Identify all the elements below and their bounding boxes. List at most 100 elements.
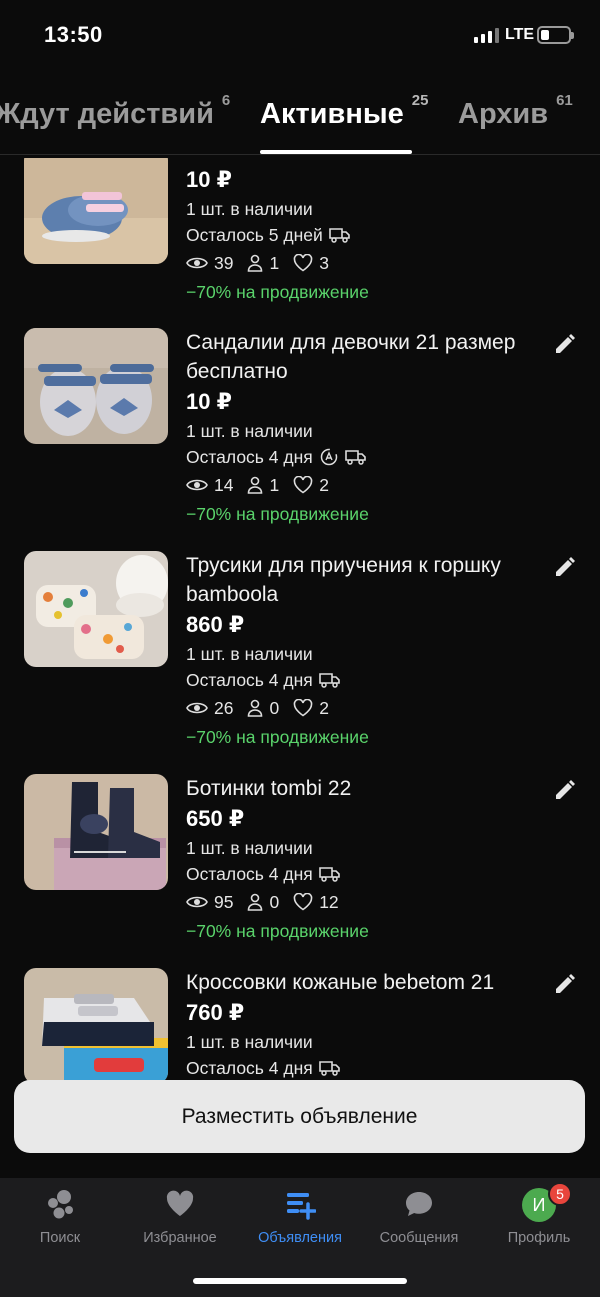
heart-icon [293,476,313,494]
promo-link[interactable]: −70% на продвижение [186,278,546,306]
nav-listings[interactable]: Объявления [240,1178,360,1258]
views-count: 95 [214,892,234,912]
nav-label: Поиск [39,1230,81,1246]
promo-link[interactable]: −70% на продвижение [186,917,546,945]
item-stats: 39 1 3 [186,248,546,278]
stock-text: 1 шт. в наличии [186,644,313,664]
item-title[interactable]: Трусики для приучения к горшку bamboola [186,551,546,609]
post-listing-button[interactable]: Разместить объявление [14,1080,585,1153]
nav-favorites[interactable]: Избранное [120,1178,240,1258]
listings-add-icon [287,1193,316,1220]
tab-awaiting-action[interactable]: Ждут действий 6 [0,92,230,131]
favorites-count: 2 [319,698,329,718]
auto-renew-icon [320,448,337,466]
status-bar: 13:50 LTE [0,0,600,72]
item-stats: 26 0 2 [186,693,546,723]
item-stock: 1 шт. в наличии [186,641,546,667]
item-stock: 1 шт. в наличии [186,418,546,444]
contacts-count: 0 [269,698,280,718]
item-stock: 1 шт. в наличии [186,1029,546,1055]
item-price: 760 ₽ [186,1000,245,1025]
contacts-count: 1 [269,253,280,273]
chat-bubble-icon [406,1192,432,1216]
views-count: 26 [214,698,234,718]
edit-pencil-icon[interactable] [553,555,577,579]
tab-count: 25 [411,92,429,109]
item-remaining: Осталось 5 дней [186,222,546,248]
search-dots-icon [48,1190,73,1219]
item-info: Кроссовки кожаные bebetom 21 760 ₽ 1 шт.… [186,968,546,1081]
person-icon [247,254,263,272]
item-photo-blue-sneakers[interactable] [24,148,168,264]
views-count: 39 [214,253,234,273]
status-time: 13:50 [44,22,103,47]
contacts-count: 0 [269,892,280,912]
remaining-text: Осталось 4 дня [186,447,313,467]
tab-active[interactable]: Активные 25 [260,92,428,131]
heart-icon [166,1190,194,1216]
eye-icon [186,700,208,716]
item-info: Ботинки tombi 22 650 ₽ 1 шт. в наличии О… [186,774,546,945]
eye-icon [186,255,208,271]
item-remaining: Осталось 4 дня [186,861,546,887]
heart-icon [293,893,313,911]
item-stock: 1 шт. в наличии [186,835,546,861]
edit-pencil-icon[interactable] [553,332,577,356]
person-icon [247,893,263,911]
item-title[interactable]: Сандалии для девочки 21 размер бесплатно [186,328,546,386]
nav-messages[interactable]: Сообщения [359,1178,479,1258]
item-stats: 95 0 12 [186,887,546,917]
delivery-truck-icon [318,867,340,882]
favorites-count: 3 [319,253,329,273]
item-photo-sneakers-box[interactable] [24,968,168,1084]
list-fade [0,1155,600,1179]
remaining-text: Осталось 4 дня [186,670,313,690]
person-icon [247,699,263,717]
person-icon [247,476,263,494]
promo-link[interactable]: −70% на продвижение [186,723,546,751]
item-stock: 1 шт. в наличии [186,196,546,222]
edit-pencil-icon[interactable] [553,778,577,802]
favorites-count: 2 [319,475,329,495]
battery-icon [537,26,574,44]
home-indicator [193,1278,407,1284]
item-photo-diapers[interactable] [24,551,168,667]
heart-icon [293,254,313,272]
item-info: 10 ₽ 1 шт. в наличии Осталось 5 дней 39 … [186,164,546,306]
nav-label: Избранное [143,1230,217,1246]
heart-icon [293,699,313,717]
item-title[interactable]: Кроссовки кожаные bebetom 21 [186,968,546,997]
item-stats: 14 1 2 [186,470,546,500]
stock-text: 1 шт. в наличии [186,838,313,858]
nav-search[interactable]: Поиск [0,1178,120,1258]
item-title[interactable]: Ботинки tombi 22 [186,774,546,803]
stock-text: 1 шт. в наличии [186,1032,313,1052]
remaining-text: Осталось 4 дня [186,1058,313,1078]
item-info: Трусики для приучения к горшку bamboola … [186,551,546,751]
item-price: 650 ₽ [186,806,245,831]
delivery-truck-icon [344,450,366,465]
stock-text: 1 шт. в наличии [186,421,313,441]
item-photo-boots[interactable] [24,774,168,890]
tab-archive[interactable]: Архив 61 [458,92,573,131]
edit-pencil-icon[interactable] [553,972,577,996]
nav-label: Объявления [258,1230,342,1246]
favorites-count: 12 [319,892,339,912]
views-count: 14 [214,475,234,495]
tab-count: 6 [221,92,231,109]
delivery-truck-icon [318,673,340,688]
promo-link[interactable]: −70% на продвижение [186,500,546,528]
nav-label: Профиль [507,1230,571,1246]
delivery-truck-icon [328,228,350,243]
item-price: 860 ₽ [186,612,245,637]
tab-label: Архив [458,98,549,130]
item-photo-sandals[interactable] [24,328,168,444]
item-remaining: Осталось 4 дня [186,667,546,693]
listing-tabs: Ждут действий 6 Активные 25 Архив 61 [0,88,600,158]
nav-profile[interactable]: И 5 Профиль [479,1178,599,1258]
remaining-text: Осталось 5 дней [186,225,323,245]
item-price: 10 ₽ [186,167,232,192]
notification-badge: 5 [548,1182,572,1206]
contacts-count: 1 [269,475,280,495]
tabs-divider [0,154,600,155]
